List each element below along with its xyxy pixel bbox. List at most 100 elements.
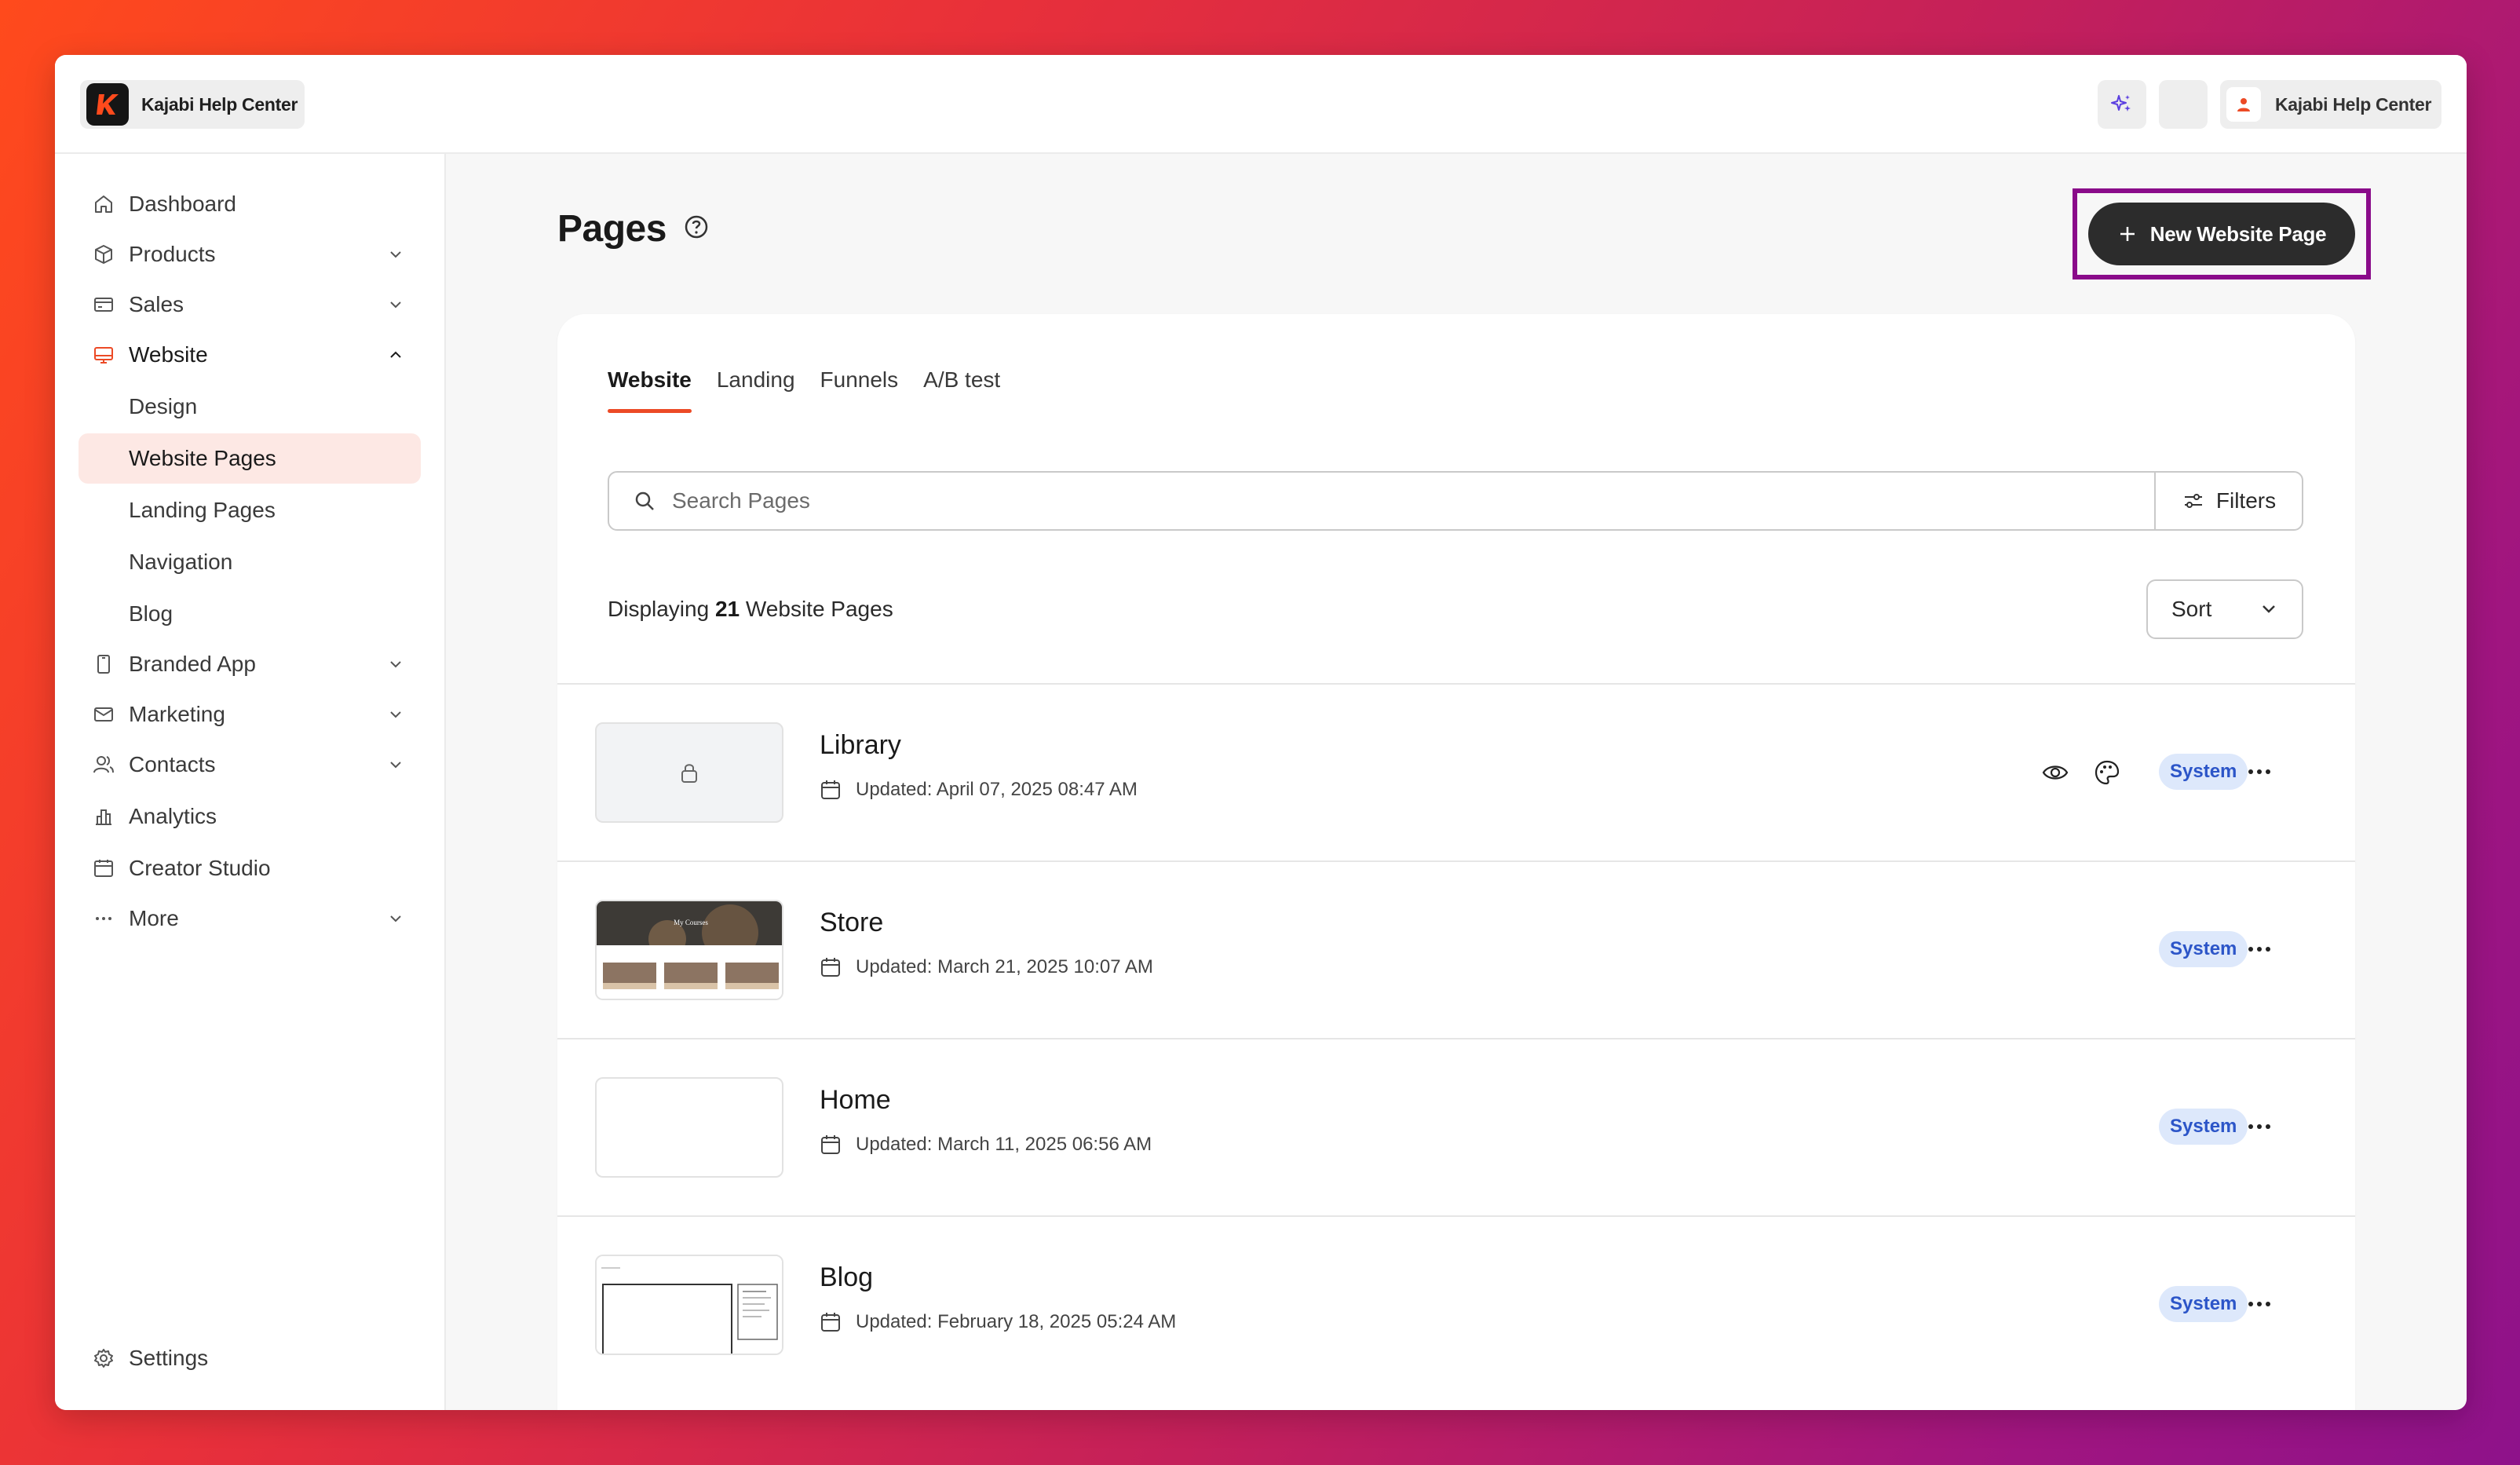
credit-card-icon (91, 292, 116, 317)
status-badge: System (2159, 1109, 2248, 1145)
calendar-icon (91, 856, 116, 881)
search-box (608, 471, 2156, 531)
page-row[interactable]: Home Updated: March 11, 2025 06:56 AM Sy… (557, 1038, 2355, 1214)
site-name: Kajabi Help Center (141, 93, 298, 115)
tab-website[interactable]: Website (608, 367, 692, 413)
more-actions-button[interactable] (2244, 936, 2275, 963)
palette-icon[interactable] (2093, 758, 2121, 787)
page-row[interactable]: Library Updated: April 07, 2025 08:47 AM… (557, 683, 2355, 859)
sidebar-subitem-design[interactable]: Design (79, 382, 421, 432)
new-website-page-button[interactable]: New Website Page (2088, 203, 2355, 265)
results-suffix: Website Pages (740, 597, 893, 621)
page-updated: Updated: February 18, 2025 05:24 AM (820, 1311, 1176, 1333)
sidebar-item-label: Contacts (129, 752, 216, 776)
sidebar-subitem-landing-pages[interactable]: Landing Pages (79, 485, 421, 535)
chevron-down-icon (383, 702, 408, 727)
sidebar-item-label: Settings (129, 1346, 209, 1370)
page-thumbnail (595, 1255, 783, 1355)
page-updated-text: Updated: March 11, 2025 06:56 AM (856, 1134, 1152, 1155)
page-row[interactable]: My Courses Store Updated: March 21, 2025… (557, 860, 2355, 1036)
more-actions-button[interactable] (2244, 758, 2275, 785)
lock-icon (681, 764, 697, 783)
chevron-down-icon (383, 906, 408, 931)
filters-label: Filters (2215, 488, 2277, 513)
kajabi-logo-icon (86, 83, 129, 126)
sidebar-item-label: Website (129, 342, 208, 367)
dots-icon (2248, 1124, 2270, 1129)
site-switcher[interactable]: Kajabi Help Center (80, 80, 305, 129)
more-actions-button[interactable] (2244, 1113, 2275, 1140)
ai-assistant-button[interactable] (2098, 80, 2146, 129)
results-prefix: Displaying (608, 597, 715, 621)
tab-ab-test[interactable]: A/B test (923, 367, 1000, 413)
top-bar: Kajabi Help Center Kajabi Help Center (55, 55, 2467, 154)
mail-icon (91, 702, 116, 727)
sidebar-item-label: Products (129, 242, 216, 266)
tab-funnels[interactable]: Funnels (820, 367, 899, 413)
dots-icon (2248, 947, 2270, 952)
sidebar-item-more[interactable]: More (79, 897, 421, 941)
bar-chart-icon (91, 804, 116, 829)
chevron-down-icon (383, 242, 408, 267)
results-count: Displaying 21 Website Pages (608, 597, 893, 622)
sort-label: Sort (2171, 597, 2212, 621)
page-title-text[interactable]: Blog (820, 1262, 873, 1293)
more-actions-button[interactable] (2244, 1291, 2275, 1317)
search-input[interactable] (672, 488, 2085, 513)
page-title-text[interactable]: Store (820, 908, 883, 938)
user-menu-button[interactable]: Kajabi Help Center (2220, 80, 2441, 129)
sidebar-item-contacts[interactable]: Contacts (79, 743, 421, 787)
page-title-text[interactable]: Home (820, 1085, 891, 1116)
chevron-down-icon (2259, 598, 2278, 623)
sidebar-item-products[interactable]: Products (79, 232, 421, 276)
chevron-down-icon (383, 652, 408, 677)
sidebar-item-marketing[interactable]: Marketing (79, 692, 421, 736)
sidebar-item-label: Creator Studio (129, 856, 271, 880)
chevron-down-icon (383, 292, 408, 317)
phone-icon (91, 652, 116, 677)
home-icon (91, 192, 116, 217)
page-row[interactable]: Blog Updated: February 18, 2025 05:24 AM… (557, 1215, 2355, 1391)
sidebar-subitem-navigation[interactable]: Navigation (79, 537, 421, 587)
monitor-icon (91, 342, 116, 367)
search-icon (635, 491, 654, 510)
sidebar-item-label: Marketing (129, 702, 225, 726)
page-type-tabs: Website Landing Funnels A/B test (608, 367, 1000, 413)
dots-icon (2248, 1302, 2270, 1306)
page-updated-text: Updated: April 07, 2025 08:47 AM (856, 779, 1138, 800)
blog-preview-image (597, 1256, 782, 1354)
sidebar-item-website[interactable]: Website (79, 333, 421, 377)
sidebar: Dashboard Products Sales Website Design … (55, 154, 446, 1410)
sidebar-item-analytics[interactable]: Analytics (79, 795, 421, 838)
sidebar-item-settings[interactable]: Settings (79, 1336, 421, 1380)
eye-icon[interactable] (2041, 758, 2069, 787)
app-window: Kajabi Help Center Kajabi Help Center Da… (55, 55, 2467, 1410)
page-title-text[interactable]: Library (820, 730, 901, 761)
sidebar-item-sales[interactable]: Sales (79, 283, 421, 327)
calendar-icon (821, 1135, 840, 1154)
sidebar-item-dashboard[interactable]: Dashboard (79, 182, 421, 226)
help-icon[interactable] (683, 214, 710, 240)
sort-dropdown[interactable]: Sort (2146, 579, 2303, 639)
status-badge: System (2159, 754, 2248, 790)
notifications-button[interactable] (2159, 80, 2208, 129)
sidebar-item-label: Analytics (129, 804, 217, 828)
page-thumbnail (595, 1077, 783, 1178)
page-updated: Updated: March 11, 2025 06:56 AM (820, 1134, 1152, 1156)
dots-icon (91, 906, 116, 931)
page-thumbnail: My Courses (595, 900, 783, 1000)
pages-card: Website Landing Funnels A/B test Filters… (557, 314, 2355, 1410)
results-number: 21 (714, 597, 740, 621)
sidebar-item-label: Branded App (129, 652, 256, 676)
tab-landing[interactable]: Landing (717, 367, 795, 413)
store-preview-image: My Courses (597, 901, 782, 999)
page-title: Pages (557, 208, 667, 250)
sliders-icon (2184, 494, 2202, 508)
page-thumbnail (595, 722, 783, 823)
sidebar-item-branded-app[interactable]: Branded App (79, 642, 421, 686)
sidebar-subitem-website-pages[interactable]: Website Pages (79, 433, 421, 484)
sidebar-subitem-blog[interactable]: Blog (79, 589, 421, 639)
filters-button[interactable]: Filters (2154, 471, 2303, 531)
sidebar-item-creator-studio[interactable]: Creator Studio (79, 846, 421, 890)
user-icon (2226, 87, 2261, 122)
